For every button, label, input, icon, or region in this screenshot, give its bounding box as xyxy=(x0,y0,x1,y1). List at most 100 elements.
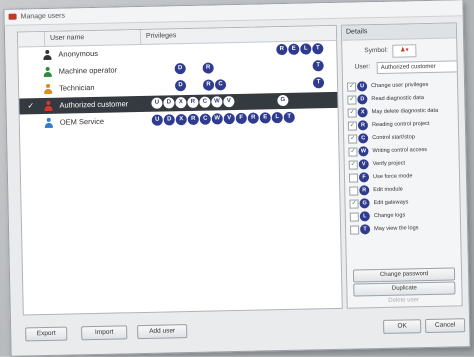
symbol-dropdown[interactable]: ♟▾ xyxy=(392,44,416,57)
privilege-badge: X xyxy=(176,114,187,125)
privilege-item[interactable]: ✓GEdit gateways xyxy=(349,195,457,209)
privilege-item[interactable]: T May view the logs xyxy=(350,221,458,235)
privilege-item[interactable]: ✓VVerify project xyxy=(349,156,457,170)
user-name: Anonymous xyxy=(58,49,98,59)
privilege-item[interactable]: ✓CControl start/stop xyxy=(348,130,456,144)
title-bar: Manage users xyxy=(4,0,462,26)
privilege-badge: R xyxy=(203,62,214,73)
privilege-badge: T xyxy=(312,43,323,54)
privilege-item[interactable]: F Use force mode xyxy=(349,169,457,183)
privilege-badge: D xyxy=(357,94,367,104)
delete-user-button[interactable]: Delete user xyxy=(354,294,454,307)
privilege-badge: U xyxy=(152,115,163,126)
privilege-badge: T xyxy=(313,77,324,88)
privilege-badge: V xyxy=(224,113,235,124)
privilege-badge: T xyxy=(313,60,324,71)
privilege-badge: T xyxy=(360,224,370,234)
window-title: Manage users xyxy=(20,9,65,25)
privilege-item[interactable]: ✓R Reading control project xyxy=(348,117,456,131)
privilege-badge: D xyxy=(175,63,186,74)
privilege-label: Writing control access xyxy=(372,147,427,154)
privilege-badge: F xyxy=(236,113,247,124)
chevron-down-icon: ▾ xyxy=(405,47,408,53)
cancel-button[interactable]: Cancel xyxy=(425,318,465,333)
column-header-user-name[interactable]: User name xyxy=(50,34,84,42)
privilege-badge: C xyxy=(199,97,210,108)
privilege-badge: R xyxy=(188,114,199,125)
privilege-badge: X xyxy=(175,97,186,108)
privilege-label: Use force mode xyxy=(373,173,413,180)
user-green-icon xyxy=(43,67,53,77)
privilege-badge: L xyxy=(360,211,370,221)
ok-button[interactable]: OK xyxy=(383,319,421,334)
privilege-badge: L xyxy=(300,43,311,54)
privilege-label: Change user privileges xyxy=(371,82,428,89)
privilege-badge: G xyxy=(277,95,288,106)
privilege-checkbox[interactable] xyxy=(349,186,358,195)
privilege-badge: F xyxy=(359,172,369,182)
privilege-badge: D xyxy=(164,114,175,125)
user-black-icon xyxy=(42,50,52,60)
privilege-item[interactable]: LChange logs xyxy=(350,208,458,222)
privilege-checkbox[interactable]: ✓ xyxy=(349,160,358,169)
privilege-badge: U xyxy=(357,81,367,91)
privilege-badge: D xyxy=(163,97,174,108)
privilege-checkbox[interactable]: ✓ xyxy=(348,147,357,156)
users-grid: User name Privileges Anonymous R E L T M… xyxy=(17,25,343,316)
privilege-badge: L xyxy=(272,112,283,123)
privilege-label: Reading control project xyxy=(372,121,430,128)
import-button[interactable]: Import xyxy=(81,325,127,340)
privilege-badge: R xyxy=(248,113,259,124)
column-header-privileges[interactable]: Privileges xyxy=(146,32,176,40)
details-panel: Details Symbol: ♟▾ User: Authorized cust… xyxy=(341,22,463,308)
privilege-checkbox[interactable]: ✓ xyxy=(347,95,356,104)
privilege-checkbox[interactable] xyxy=(350,225,359,234)
privilege-checkbox[interactable] xyxy=(349,173,358,182)
privilege-checkbox[interactable]: ✓ xyxy=(348,121,357,130)
privilege-badge: V xyxy=(223,96,234,107)
manage-users-dialog: Manage users User name Privileges Anonym… xyxy=(3,0,470,357)
change-password-button[interactable]: Change password xyxy=(353,267,455,282)
app-icon xyxy=(9,14,17,20)
privileges-list: ✓UChange user privileges ✓DRead diagnost… xyxy=(347,78,455,80)
privilege-badge: C xyxy=(200,114,211,125)
user-red-icon xyxy=(43,101,53,111)
privilege-badge: G xyxy=(359,198,369,208)
privilege-item[interactable]: ✓DRead diagnostic data xyxy=(347,91,455,105)
user-name: OEM Service xyxy=(60,117,104,127)
privilege-checkbox[interactable]: ✓ xyxy=(349,199,358,208)
privilege-item[interactable]: ✓XMay delete diagnostic data xyxy=(348,104,456,118)
privilege-item[interactable]: R Edit module xyxy=(349,182,457,196)
privilege-badge: E xyxy=(288,44,299,55)
user-name: Technician xyxy=(59,83,95,93)
export-button[interactable]: Export xyxy=(25,327,67,342)
privilege-badge: R xyxy=(276,44,287,55)
details-title: Details xyxy=(342,23,456,40)
user-orange-icon xyxy=(43,84,53,94)
privilege-badge: R xyxy=(203,79,214,90)
privilege-badge: W xyxy=(211,96,222,107)
privilege-badge: U xyxy=(151,98,162,109)
checkmark-icon: ✓ xyxy=(27,101,34,110)
privilege-badge: T xyxy=(284,112,295,123)
add-user-button[interactable]: Add user xyxy=(137,324,187,339)
symbol-label: Symbol: xyxy=(364,47,388,54)
user-name-field[interactable]: Authorized customer xyxy=(377,60,458,74)
privilege-checkbox[interactable]: ✓ xyxy=(348,108,357,117)
privilege-checkbox[interactable]: ✓ xyxy=(348,134,357,143)
privilege-label: Control start/stop xyxy=(372,134,415,141)
privilege-item[interactable]: ✓W Writing control access xyxy=(348,143,456,157)
privilege-badge: W xyxy=(358,146,368,156)
privilege-label: Edit module xyxy=(373,187,403,194)
privilege-label: May view the logs xyxy=(374,225,419,232)
privilege-label: Verify project xyxy=(373,160,405,167)
privilege-badge: R xyxy=(359,185,369,195)
privilege-item[interactable]: ✓U Change user privileges xyxy=(347,78,455,92)
privilege-checkbox[interactable]: ✓ xyxy=(347,82,356,91)
privilege-checkbox[interactable] xyxy=(350,212,359,221)
privilege-badge: D xyxy=(175,80,186,91)
privilege-badge: R xyxy=(358,120,368,130)
privilege-badge: X xyxy=(358,107,368,117)
header-icon-column xyxy=(18,32,45,47)
privilege-badge: W xyxy=(212,113,223,124)
